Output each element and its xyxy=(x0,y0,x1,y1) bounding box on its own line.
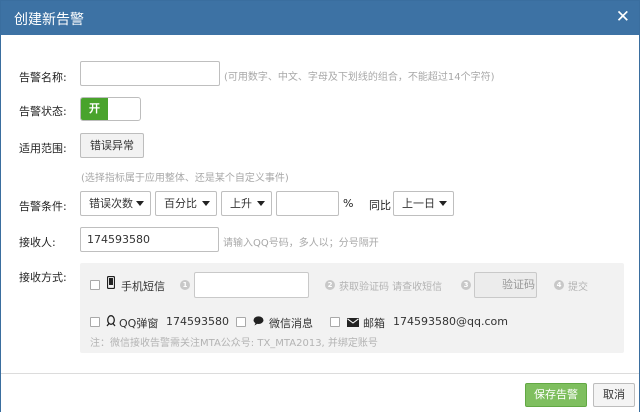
save-alert-button[interactable]: 保存告警 xyxy=(525,383,587,407)
chevron-down-icon xyxy=(439,201,447,206)
dialog-title: 创建新告警 xyxy=(14,12,84,28)
receiver-label: 接收人: xyxy=(19,236,56,249)
qq-number: 174593580 xyxy=(166,315,229,328)
compare-period-value: 上一日 xyxy=(402,197,435,210)
scope-label: 适用范围: xyxy=(19,142,67,155)
alert-status-label: 告警状态: xyxy=(19,105,67,118)
condition-value-input[interactable] xyxy=(276,191,339,216)
receive-method-label: 接收方式: xyxy=(19,271,67,284)
alert-status-toggle[interactable]: 开 xyxy=(80,97,141,121)
scope-error-button[interactable]: 错误异常 xyxy=(80,133,144,158)
alert-name-label: 告警名称: xyxy=(19,71,67,84)
wechat-icon xyxy=(253,316,264,329)
verification-code-label: 验证码 xyxy=(502,278,535,291)
compare-period-select[interactable]: 上一日 xyxy=(393,191,454,216)
compare-label: 同比 xyxy=(369,199,391,212)
email-address: 174593580@qq.com xyxy=(393,315,508,328)
wechat-checkbox[interactable] xyxy=(236,317,246,327)
scope-hint: (选择指标属于应用整体、还是某个自定义事件) xyxy=(81,173,289,184)
sms-submit-link[interactable]: 提交 xyxy=(568,278,588,293)
receiver-input[interactable] xyxy=(80,227,219,252)
sms-checkbox[interactable] xyxy=(90,280,100,290)
condition-label: 告警条件: xyxy=(19,200,67,213)
chevron-down-icon xyxy=(202,201,210,206)
email-label: 邮箱 xyxy=(363,317,385,330)
email-checkbox[interactable] xyxy=(330,317,340,327)
chevron-down-icon xyxy=(136,201,144,206)
step1-icon: 1 xyxy=(180,280,190,290)
create-alert-dialog: 创建新告警 ✕ 告警名称: (可用数字、中文、字母及下划线的组合，不能超过14个… xyxy=(0,0,640,412)
sms-label: 手机短信 xyxy=(121,280,165,293)
condition-metric-select[interactable]: 错误次数 xyxy=(80,191,151,216)
cancel-button[interactable]: 取消 xyxy=(593,383,635,407)
condition-type-select[interactable]: 百分比 xyxy=(155,191,217,216)
mail-icon xyxy=(347,317,359,330)
alert-name-input[interactable] xyxy=(80,61,220,86)
receive-method-panel: 手机短信 1 2 获取验证码 请查收短信 3 验证码 4 提交 QQ弹窗 174… xyxy=(80,263,624,353)
qq-icon xyxy=(106,315,116,330)
qq-label: QQ弹窗 xyxy=(119,317,159,330)
chevron-down-icon xyxy=(257,201,265,206)
sms-step2-text[interactable]: 获取验证码 请查收短信 xyxy=(339,278,442,293)
wechat-label: 微信消息 xyxy=(269,317,313,330)
sms-phone-input[interactable] xyxy=(194,272,309,298)
condition-direction-select[interactable]: 上升 xyxy=(221,191,272,216)
qq-checkbox[interactable] xyxy=(90,317,100,327)
condition-direction-value: 上升 xyxy=(230,197,252,210)
alert-name-hint: (可用数字、中文、字母及下划线的组合，不能超过14个字符) xyxy=(224,72,495,83)
step2-icon: 2 xyxy=(325,280,335,290)
verification-code-button[interactable]: 验证码 xyxy=(474,272,537,298)
phone-icon xyxy=(106,275,116,292)
condition-type-value: 百分比 xyxy=(164,197,197,210)
condition-metric-value: 错误次数 xyxy=(89,197,133,210)
close-icon[interactable]: ✕ xyxy=(616,7,630,27)
dialog-titlebar: 创建新告警 ✕ xyxy=(1,1,639,35)
toggle-on-label: 开 xyxy=(81,98,108,120)
wechat-binding-note: 注：微信接收告警需关注MTA公众号: TX_MTA2013, 并绑定账号 xyxy=(90,338,378,349)
percent-unit: % xyxy=(343,197,354,210)
step4-icon: 4 xyxy=(554,280,564,290)
step3-icon: 3 xyxy=(461,280,471,290)
receiver-hint: 请输入QQ号码，多人以；分号隔开 xyxy=(223,238,379,249)
